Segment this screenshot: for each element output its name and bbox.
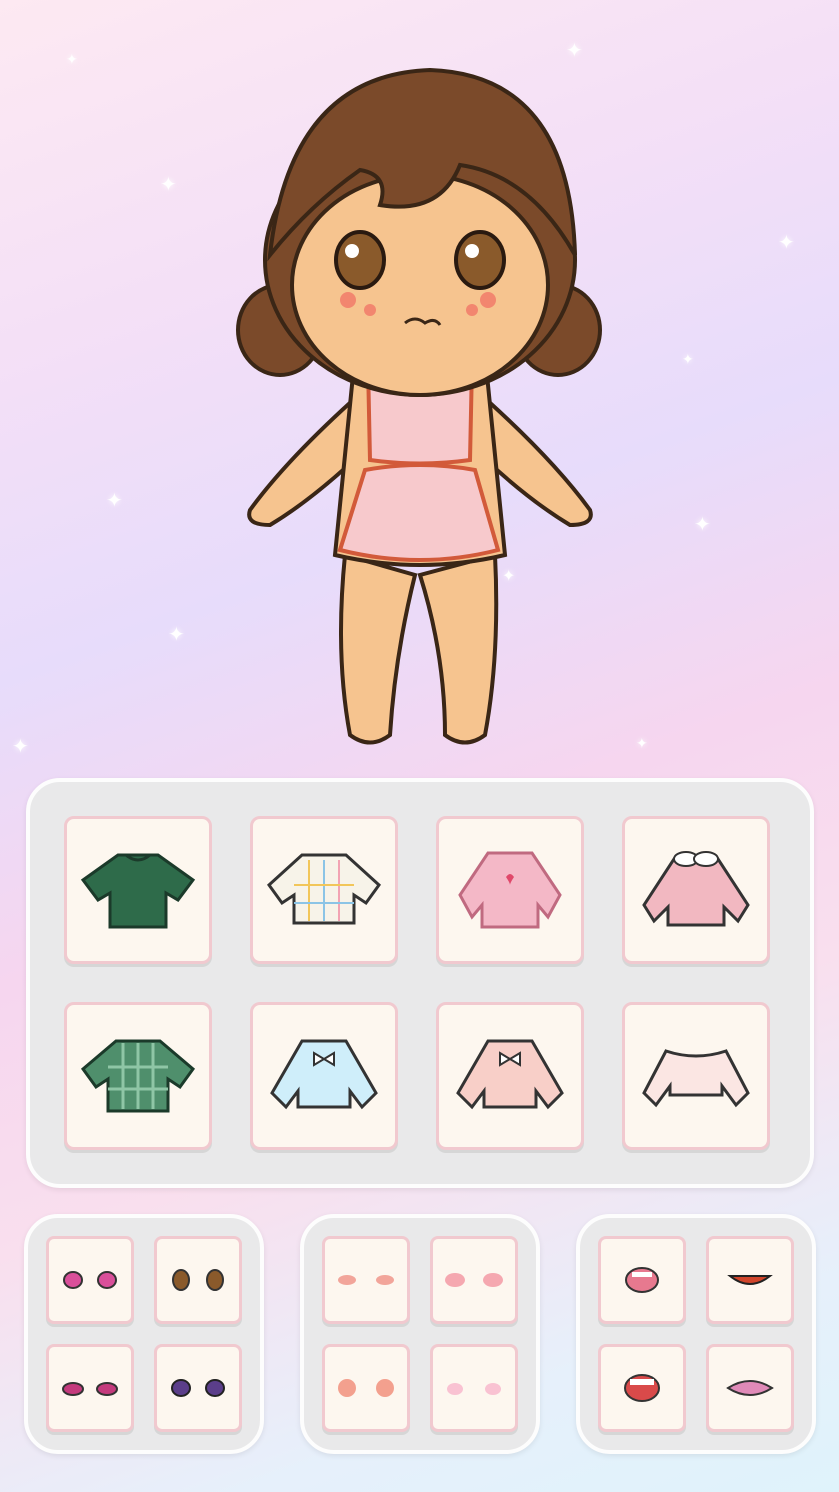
mouth-panel [576,1214,816,1454]
pink-blush-icon [445,1273,503,1287]
mouth-option-pink-open[interactable] [598,1236,686,1324]
pink-eyes-icon [63,1271,117,1289]
blush-option-light-pink[interactable] [430,1344,518,1432]
peach-bow-top-icon [456,1039,564,1110]
green-plaid-top-icon [80,1039,196,1113]
eyes-option-purple[interactable] [154,1344,242,1432]
magenta-eyes-icon [62,1382,118,1396]
pink-lips-icon [726,1380,774,1396]
brown-eyes-icon [172,1269,224,1291]
top-item-green-tshirt[interactable] [64,816,212,964]
eyes-panel [24,1214,264,1454]
outfit-skirt [337,463,501,562]
face [290,173,550,397]
top-item-pink-heart[interactable] [436,816,584,964]
mouth-option-smile[interactable] [706,1236,794,1324]
top-item-pink-collar[interactable] [622,816,770,964]
light-pink-blush-icon [447,1383,501,1395]
doll-character[interactable] [230,55,610,755]
pink-collar-sweater-icon [642,851,750,927]
left-eye [334,230,386,290]
red-open-mouth-icon [624,1374,660,1402]
eyes-option-brown[interactable] [154,1236,242,1324]
top-item-blue-bow[interactable] [250,1002,398,1150]
top-item-plaid-white[interactable] [250,816,398,964]
sparkle-icon: ✦ [160,172,177,196]
left-leg [339,552,418,745]
round-blush-icon [338,1379,394,1397]
mouth-option-pink-lips[interactable] [706,1344,794,1432]
tops-panel [26,778,814,1188]
sparkle-icon: ✦ [694,512,711,536]
blush-option-pink[interactable] [430,1236,518,1324]
blush-panel [300,1214,540,1454]
blush-option-orange[interactable] [322,1236,410,1324]
mouth-option-red-open[interactable] [598,1344,686,1432]
eyes-option-magenta[interactable] [46,1344,134,1432]
character-stage: ✦ ✦ ✦ ✦ ✦ ✦ ✦ ✦ ✦ ✦ ✦ [0,0,839,770]
smile-mouth-icon [727,1275,773,1285]
sparkle-icon: ✦ [168,622,185,646]
top-item-peach-bow[interactable] [436,1002,584,1150]
sparkle-icon: ✦ [778,230,795,254]
sparkle-icon: ✦ [636,736,648,752]
orange-blush-icon [338,1275,394,1285]
sparkle-icon: ✦ [682,352,694,368]
sparkle-icon: ✦ [66,52,78,68]
green-tshirt-icon [80,853,196,929]
eyes-option-pink[interactable] [46,1236,134,1324]
blush-option-round[interactable] [322,1344,410,1432]
top-item-green-plaid[interactable] [64,1002,212,1150]
sparkle-icon: ✦ [12,734,29,758]
top-item-white-crop[interactable] [622,1002,770,1150]
white-crop-top-icon [642,1049,750,1108]
blue-bow-top-icon [270,1039,378,1110]
plaid-white-top-icon [266,853,382,925]
pink-open-mouth-icon [625,1267,659,1293]
sparkle-icon: ✦ [106,488,123,512]
right-eye [454,230,506,290]
pink-heart-sweater-icon [458,851,562,929]
purple-eyes-icon [171,1379,225,1397]
right-leg [417,552,499,745]
